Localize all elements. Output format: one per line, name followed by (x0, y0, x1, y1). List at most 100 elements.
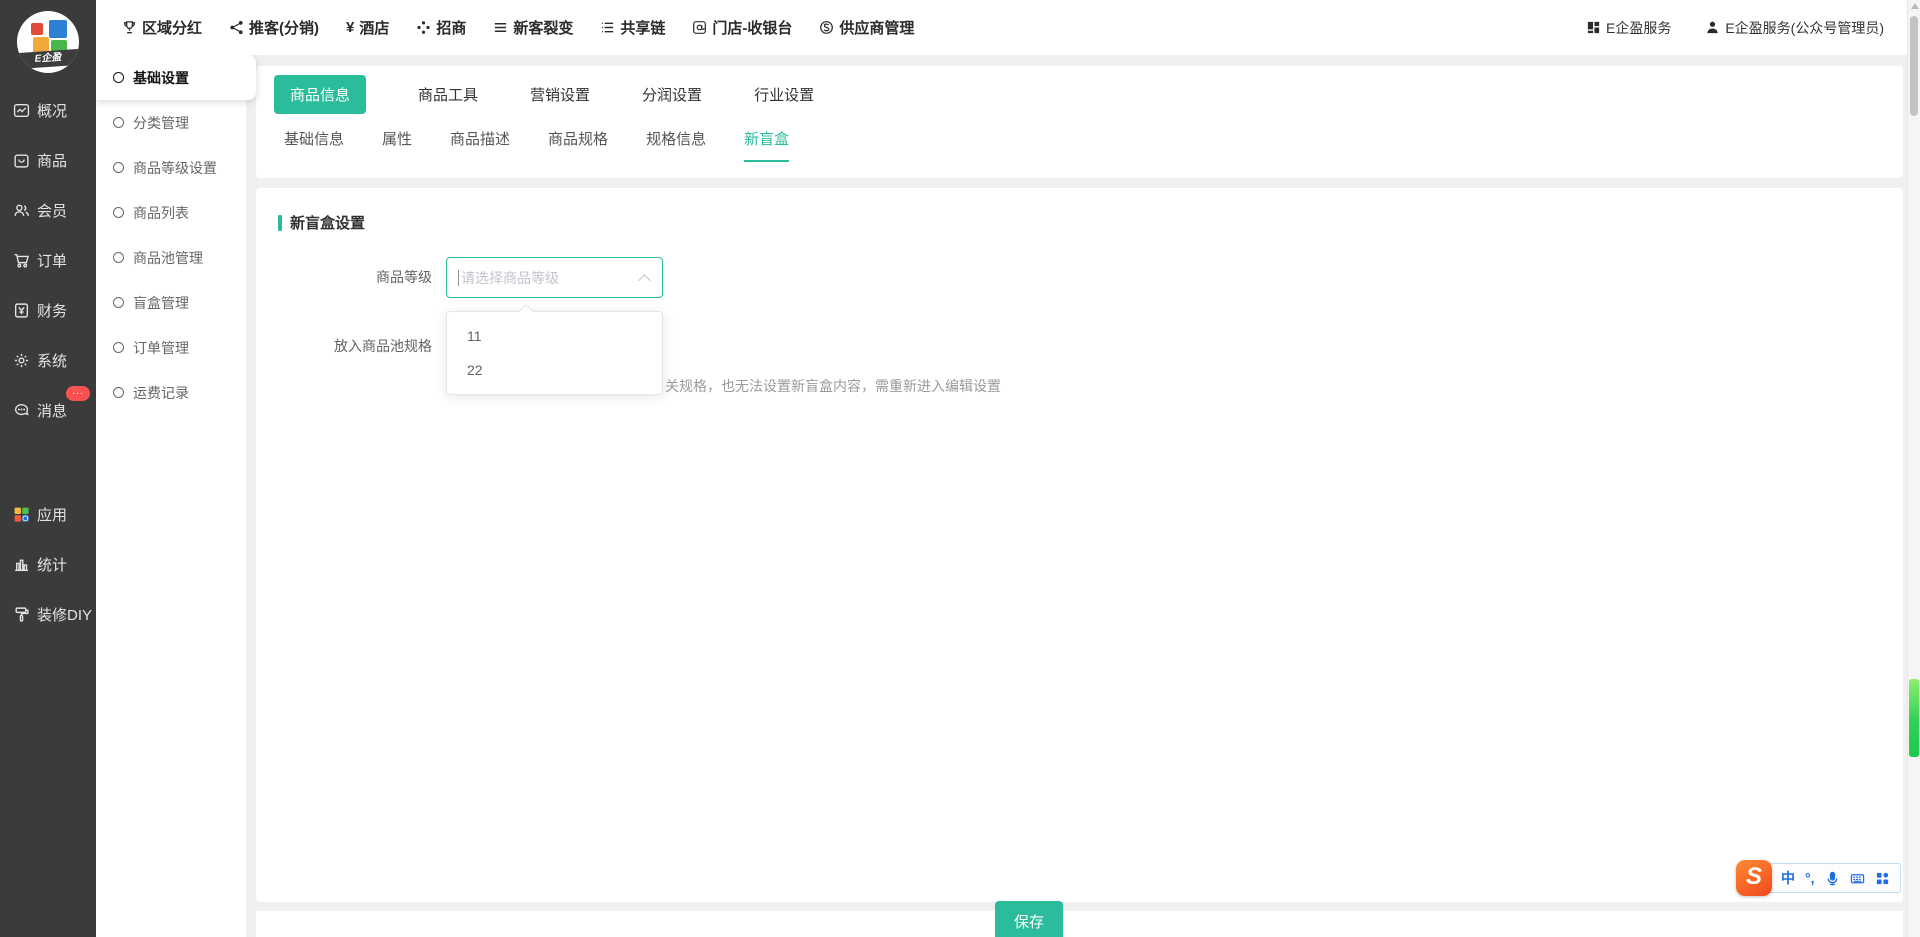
level-select[interactable]: 请选择商品等级 (446, 257, 663, 298)
scroll-green-indicator (1909, 679, 1919, 757)
topbar-item-label: 新客裂变 (513, 17, 573, 38)
sidebar-spacer (0, 435, 96, 489)
sidebar-item-orders[interactable]: 订单 (0, 235, 96, 285)
topbar-item-region-bonus[interactable]: 区域分红 (122, 17, 202, 38)
tab-marketing[interactable]: 营销设置 (530, 75, 590, 114)
submenu-item-label: 商品列表 (133, 203, 189, 223)
topbar-item-sharechain[interactable]: 共享链 (600, 17, 665, 38)
orders-icon (13, 252, 30, 269)
stats-icon (13, 556, 30, 573)
submenu-item-order-mgmt[interactable]: 订单管理 (96, 325, 246, 370)
scroll-up-arrow[interactable] (1911, 3, 1919, 9)
topbar-item-fission[interactable]: 新客裂变 (493, 17, 573, 38)
sidebar-item-finance[interactable]: 财务 (0, 285, 96, 335)
submenu-item-label: 分类管理 (133, 113, 189, 133)
radio-circle-icon (113, 72, 124, 83)
sidebar-item-system[interactable]: 系统 (0, 335, 96, 385)
submenu-item-category[interactable]: 分类管理 (96, 100, 246, 145)
message-icon (13, 402, 30, 419)
level-dropdown: 11 22 (446, 311, 663, 395)
user-icon (1705, 20, 1720, 35)
sidebar-item-label: 统计 (37, 554, 67, 575)
ime-punctuation[interactable]: °, (1805, 870, 1815, 886)
sidebar-nav: 概况 商品 会员 订单 财务 系统 (0, 85, 96, 639)
tab-new-blindbox[interactable]: 新盲盒 (744, 128, 789, 162)
app-window: E企盈 概况 商品 会员 订单 财务 (0, 0, 1920, 937)
sidebar-item-label: 订单 (37, 250, 67, 271)
text-caret (458, 270, 459, 286)
tab-goods-info[interactable]: 商品信息 (274, 75, 366, 114)
submenu-item-goods-list[interactable]: 商品列表 (96, 190, 246, 235)
content-panel: 新盲盒设置 商品等级 请选择商品等级 11 22 放入商品池规格 关规格，也无法… (256, 188, 1903, 902)
radio-circle-icon (113, 252, 124, 263)
ime-toolbar: S 中 °, (1736, 860, 1901, 896)
secondary-sidebar: 基础设置 分类管理 商品等级设置 商品列表 商品池管理 盲盒管理 订单管理 运 (96, 55, 246, 937)
sidebar-item-label: 概况 (37, 100, 67, 121)
system-icon (13, 352, 30, 369)
trophy-icon (122, 20, 137, 35)
message-badge: ... (66, 386, 90, 401)
chevron-up-icon (638, 274, 651, 287)
submenu-item-label: 订单管理 (133, 338, 189, 358)
tab-spec-info[interactable]: 规格信息 (646, 128, 706, 162)
sidebar-item-label: 系统 (37, 350, 67, 371)
sidebar-item-label: 商品 (37, 150, 67, 171)
radio-circle-icon (113, 117, 124, 128)
topbar-item-supplier[interactable]: 供应商管理 (819, 17, 914, 38)
toolbox-grid-icon[interactable] (1875, 871, 1890, 886)
tab-industry[interactable]: 行业设置 (754, 75, 814, 114)
menu-lines-icon (493, 20, 508, 35)
topbar-item-label: 区域分红 (142, 17, 202, 38)
sidebar-item-diy[interactable]: 装修DIY (0, 589, 96, 639)
submenu-item-goods-level[interactable]: 商品等级设置 (96, 145, 246, 190)
sogou-logo-icon[interactable]: S (1736, 860, 1772, 896)
submenu-item-label: 盲盒管理 (133, 293, 189, 313)
brand-logo[interactable]: E企盈 (17, 11, 79, 73)
tab-profit-share[interactable]: 分润设置 (642, 75, 702, 114)
radio-circle-icon (113, 297, 124, 308)
grid-icon (1586, 20, 1601, 35)
sidebar-item-stats[interactable]: 统计 (0, 539, 96, 589)
dropdown-option[interactable]: 11 (447, 319, 662, 353)
tab-attributes[interactable]: 属性 (382, 128, 412, 162)
submenu-item-blindbox[interactable]: 盲盒管理 (96, 280, 246, 325)
microphone-icon[interactable] (1825, 871, 1840, 886)
dropdown-option[interactable]: 22 (447, 353, 662, 387)
save-button[interactable]: 保存 (995, 901, 1063, 937)
share-icon (229, 20, 244, 35)
tab-description[interactable]: 商品描述 (450, 128, 510, 162)
sidebar-item-goods[interactable]: 商品 (0, 135, 96, 185)
section-title-text: 新盲盒设置 (290, 212, 365, 233)
topbar-item-store-cashier[interactable]: 门店-收银台 (692, 17, 792, 38)
submenu-item-freight[interactable]: 运费记录 (96, 370, 246, 415)
footer-strip (256, 911, 1903, 937)
page-scrollbar[interactable] (1907, 0, 1920, 937)
logo-text: E企盈 (17, 49, 79, 70)
s-circle-icon (819, 20, 834, 35)
sidebar-item-overview[interactable]: 概况 (0, 85, 96, 135)
sidebar-item-label: 财务 (37, 300, 67, 321)
sidebar-item-members[interactable]: 会员 (0, 185, 96, 235)
topbar-item-promoter[interactable]: 推客(分销) (229, 17, 319, 38)
primary-tabs: 商品信息 商品工具 营销设置 分润设置 行业设置 (256, 66, 1903, 114)
tab-basic-info[interactable]: 基础信息 (284, 128, 344, 162)
topbar: 区域分红 推客(分销) ¥ 酒店 招商 新客裂变 共享链 (96, 0, 1920, 55)
scrollbar-thumb[interactable] (1910, 16, 1918, 116)
keyboard-icon[interactable] (1850, 871, 1865, 886)
account-entry[interactable]: E企盈服务(公众号管理员) (1705, 18, 1884, 38)
circular-dots-icon (416, 20, 431, 35)
main-area: 商品信息 商品工具 营销设置 分润设置 行业设置 基础信息 属性 商品描述 商品… (246, 55, 1920, 937)
topbar-item-invest[interactable]: 招商 (416, 17, 466, 38)
sidebar-item-message[interactable]: 消息 ... (0, 385, 96, 435)
tab-goods-tools[interactable]: 商品工具 (418, 75, 478, 114)
sidebar-item-apps[interactable]: 应用 (0, 489, 96, 539)
tab-specs[interactable]: 商品规格 (548, 128, 608, 162)
sidebar-item-label: 装修DIY (37, 604, 92, 625)
topbar-item-label: 供应商管理 (839, 17, 914, 38)
service-entry[interactable]: E企盈服务 (1586, 18, 1671, 38)
submenu-item-basic-settings[interactable]: 基础设置 (96, 55, 256, 100)
submenu-item-goods-pool[interactable]: 商品池管理 (96, 235, 246, 280)
ime-mode-chinese[interactable]: 中 (1781, 868, 1795, 888)
service-label: E企盈服务 (1606, 18, 1671, 38)
topbar-item-hotel[interactable]: ¥ 酒店 (346, 17, 389, 38)
